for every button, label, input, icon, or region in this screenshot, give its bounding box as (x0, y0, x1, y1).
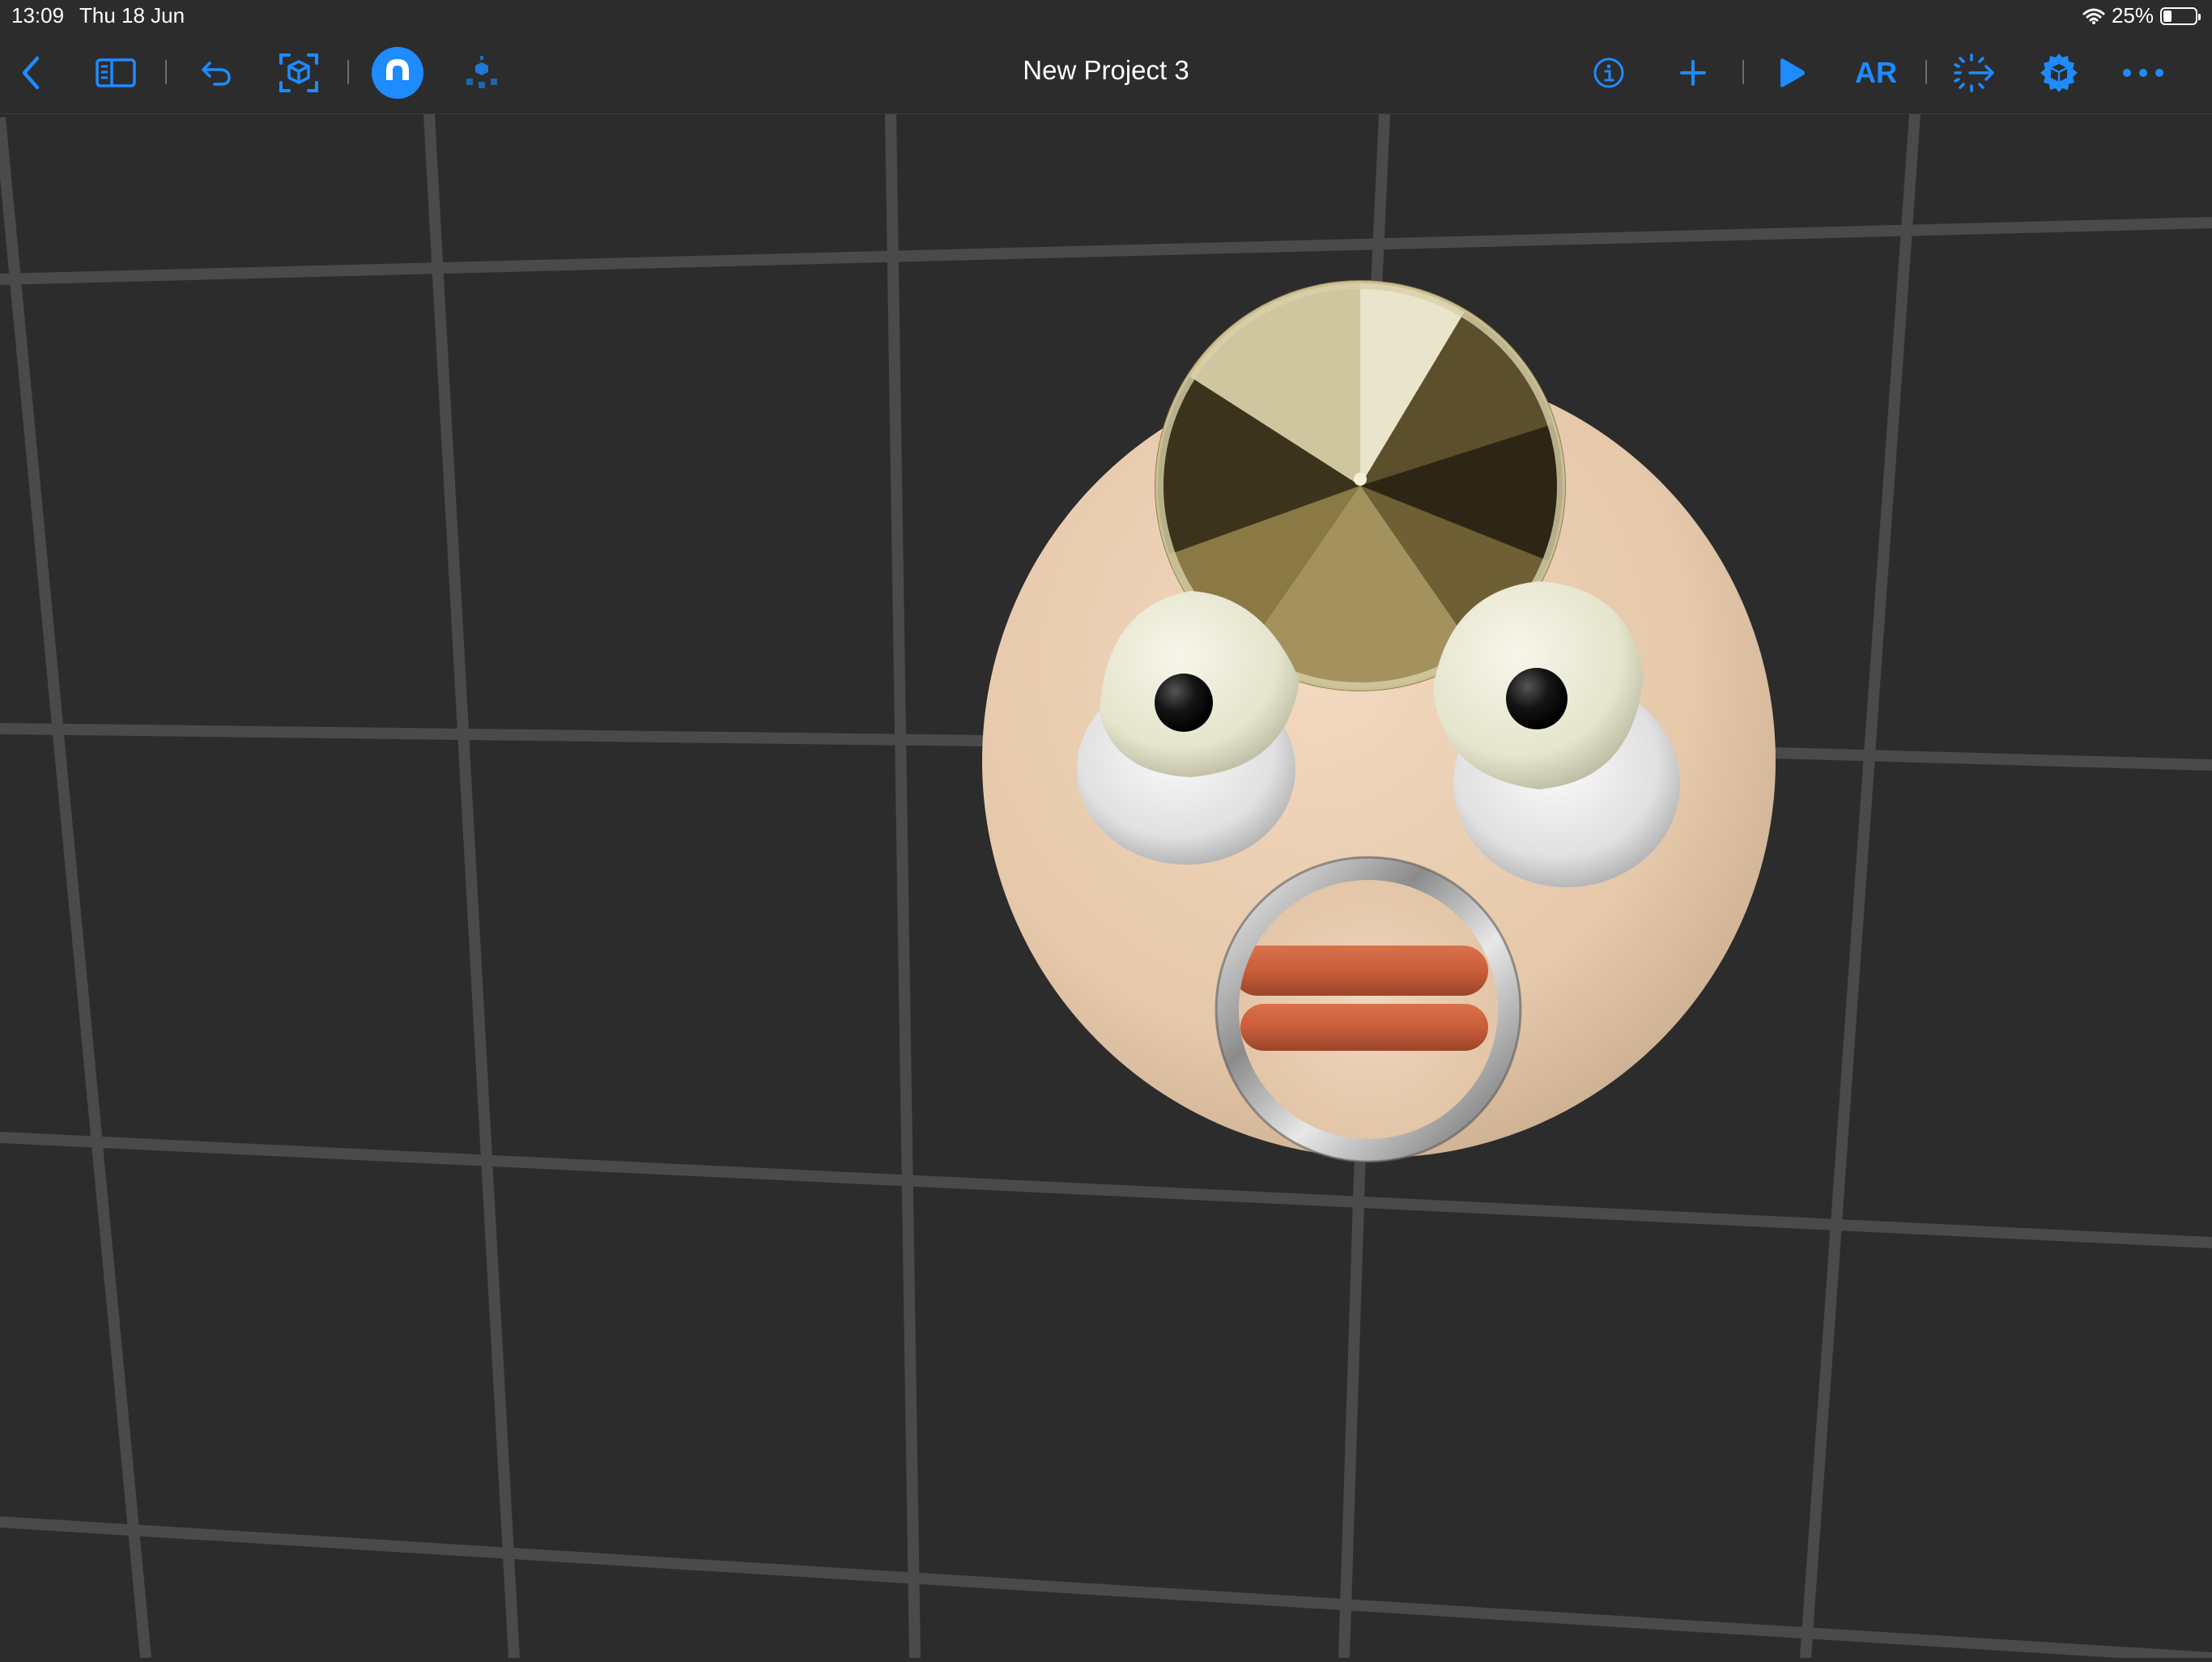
status-time: 13:09 (11, 3, 65, 28)
battery-icon (2160, 6, 2201, 25)
silver-ring-mouth[interactable] (1214, 856, 1522, 1163)
more-button[interactable] (2115, 49, 2172, 97)
settings-button[interactable] (2031, 49, 2087, 97)
status-bar: 13:09 Thu 18 Jun 25% (0, 0, 2212, 32)
scene-viewport[interactable] (0, 113, 2212, 1662)
lower-lip (1240, 1004, 1488, 1051)
info-button[interactable] (1580, 49, 1637, 97)
left-pupil (1155, 674, 1213, 732)
scene-canvas[interactable] (0, 113, 2212, 1662)
send-to-device-button[interactable] (1946, 49, 2003, 97)
status-date: Thu 18 Jun (79, 3, 185, 28)
play-icon (1780, 58, 1805, 87)
ar-button[interactable]: AR (1848, 49, 1904, 97)
status-indicators: 25% (2082, 3, 2201, 28)
add-button[interactable] (1665, 49, 1721, 97)
play-button[interactable] (1763, 49, 1820, 97)
wifi-icon (2082, 8, 2105, 24)
right-pupil (1506, 668, 1568, 729)
settings-cube-icon (2040, 53, 2078, 92)
more-icon (2123, 69, 2163, 77)
upper-lip (1232, 946, 1488, 996)
battery-percent: 25% (2111, 3, 2154, 28)
info-icon (1593, 57, 1624, 88)
send-to-device-icon (1954, 53, 1994, 92)
add-icon (1680, 60, 1706, 86)
toolbar: New Project 3 AR (0, 32, 2212, 114)
